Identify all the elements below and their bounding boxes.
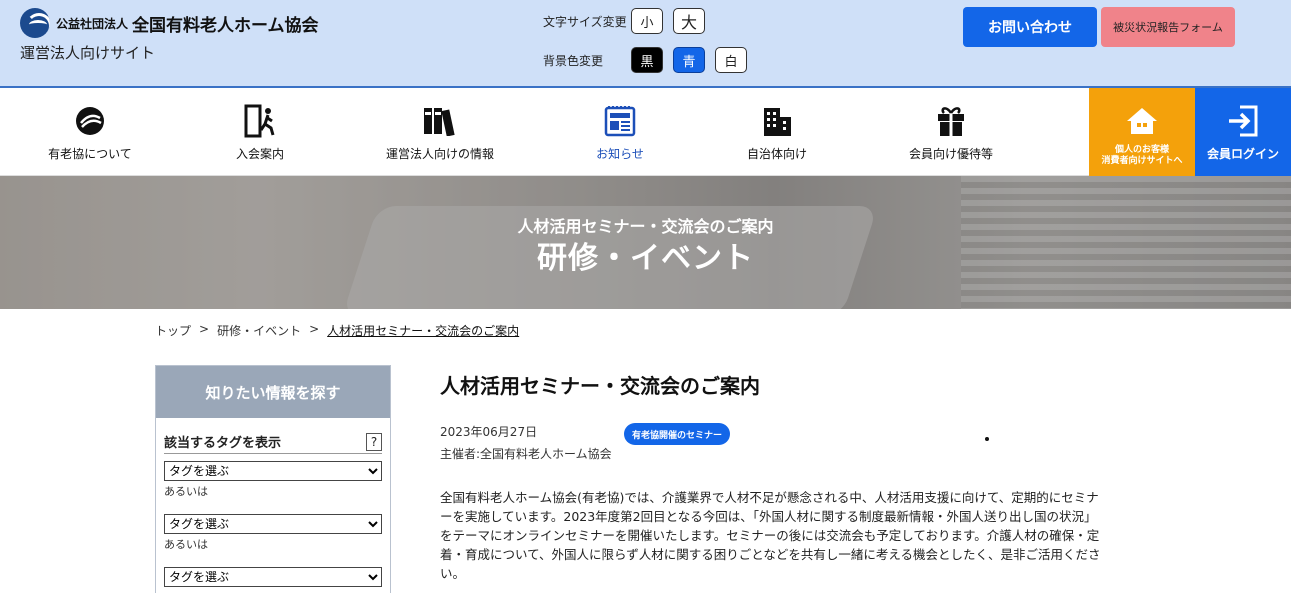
- personal-site-line2: 消費者向けサイトへ: [1101, 156, 1183, 166]
- bg-black-button[interactable]: 黒: [631, 47, 663, 73]
- personal-site-line1: 個人のお客様: [1114, 145, 1169, 155]
- bg-color-control: 背景色変更 黒 青 白: [543, 47, 757, 73]
- article-host: 主催者:全国有料老人ホーム協会: [440, 447, 612, 461]
- nav-label: 会員向け優待等: [908, 147, 993, 161]
- breadcrumb-separator: >: [309, 322, 320, 336]
- nav-label: 運営法人向けの情報: [385, 147, 494, 161]
- logo-org-type: 公益社団法人: [56, 16, 129, 31]
- article-title: 人材活用セミナー・交流会のご案内: [440, 374, 760, 398]
- contact-button[interactable]: お問い合わせ: [963, 7, 1097, 47]
- nav-item-member-benefits[interactable]: 会員向け優待等: [881, 88, 1021, 176]
- logo-org-name: 全国有料老人ホーム協会: [132, 15, 319, 36]
- bg-color-label: 背景色変更: [543, 53, 604, 68]
- font-large-button[interactable]: 大: [673, 8, 705, 34]
- font-size-control: 文字サイズ変更 小 大: [543, 8, 715, 34]
- logo-emblem-icon: [20, 8, 50, 38]
- breadcrumb-events[interactable]: 研修・イベント: [217, 322, 301, 339]
- breadcrumb-separator: >: [199, 322, 210, 336]
- font-size-label: 文字サイズ変更: [543, 14, 627, 29]
- help-icon[interactable]: ?: [366, 432, 382, 451]
- binders-icon: [422, 103, 458, 139]
- member-login-button[interactable]: 会員ログイン: [1195, 88, 1291, 176]
- personal-site-button[interactable]: 個人のお客様 消費者向けサイトへ: [1089, 88, 1195, 176]
- font-small-button[interactable]: 小: [631, 8, 663, 34]
- nav-item-news[interactable]: お知らせ: [550, 88, 690, 176]
- tag-filter-title: 該当するタグを表示: [164, 436, 282, 451]
- logo-emblem-icon: [72, 103, 108, 139]
- breadcrumb: トップ > 研修・イベント > 人材活用セミナー・交流会のご案内: [155, 322, 527, 339]
- gift-icon: [933, 103, 969, 139]
- hero-title: 研修・イベント: [537, 241, 754, 276]
- tag-filter-panel: 該当するタグを表示 ? タグを選ぶ あるいは タグを選ぶ あるいは タグを選ぶ: [156, 418, 390, 593]
- nav-item-municipality[interactable]: 自治体向け: [707, 88, 847, 176]
- tag-title-row: 該当するタグを表示 ?: [164, 432, 382, 454]
- article-date: 2023年06月27日: [440, 425, 538, 439]
- login-icon: [1225, 103, 1261, 139]
- site-subtitle: 運営法人向けサイト: [20, 44, 156, 62]
- top-bar: 公益社団法人 全国有料老人ホーム協会 運営法人向けサイト 文字サイズ変更 小 大…: [0, 0, 1291, 88]
- bg-blue-button[interactable]: 青: [673, 47, 705, 73]
- search-sidebar: 知りたい情報を探す 該当するタグを表示 ? タグを選ぶ あるいは タグを選ぶ あ…: [155, 365, 391, 593]
- breadcrumb-current[interactable]: 人材活用セミナー・交流会のご案内: [327, 322, 519, 339]
- nav-label: 有老協について: [48, 147, 132, 161]
- breadcrumb-top[interactable]: トップ: [155, 322, 191, 339]
- newspaper-icon: [602, 103, 638, 139]
- or-label: あるいは: [164, 485, 208, 498]
- bullet-dot: [985, 437, 989, 441]
- tag-select-1[interactable]: タグを選ぶ: [164, 461, 382, 481]
- bg-white-button[interactable]: 白: [715, 47, 747, 73]
- hero-banner: 人材活用セミナー・交流会のご案内 研修・イベント: [0, 176, 1291, 309]
- site-logo[interactable]: 公益社団法人 全国有料老人ホーム協会: [20, 8, 319, 38]
- building-icon: [759, 103, 795, 139]
- nav-label: 入会案内: [235, 147, 284, 161]
- disaster-report-button[interactable]: 被災状況報告フォーム: [1101, 7, 1235, 47]
- tag-select-3[interactable]: タグを選ぶ: [164, 567, 382, 587]
- login-label: 会員ログイン: [1206, 147, 1279, 161]
- category-badge[interactable]: 有老協開催のセミナー: [624, 423, 731, 445]
- nav-label: お知らせ: [596, 147, 644, 161]
- enter-door-icon: [242, 103, 278, 139]
- sidebar-heading: 知りたい情報を探す: [156, 366, 390, 418]
- nav-label: 自治体向け: [746, 147, 807, 161]
- nav-item-operator-info[interactable]: 運営法人向けの情報: [370, 88, 510, 176]
- house-icon: [1124, 103, 1160, 139]
- tag-select-2[interactable]: タグを選ぶ: [164, 514, 382, 534]
- nav-item-membership[interactable]: 入会案内: [190, 88, 330, 176]
- article-body: 全国有料老人ホーム協会(有老協)では、介護業界で人材不足が懸念される中、人材活用…: [440, 490, 1101, 581]
- or-label: あるいは: [164, 538, 208, 551]
- nav-item-about[interactable]: 有老協について: [20, 88, 160, 176]
